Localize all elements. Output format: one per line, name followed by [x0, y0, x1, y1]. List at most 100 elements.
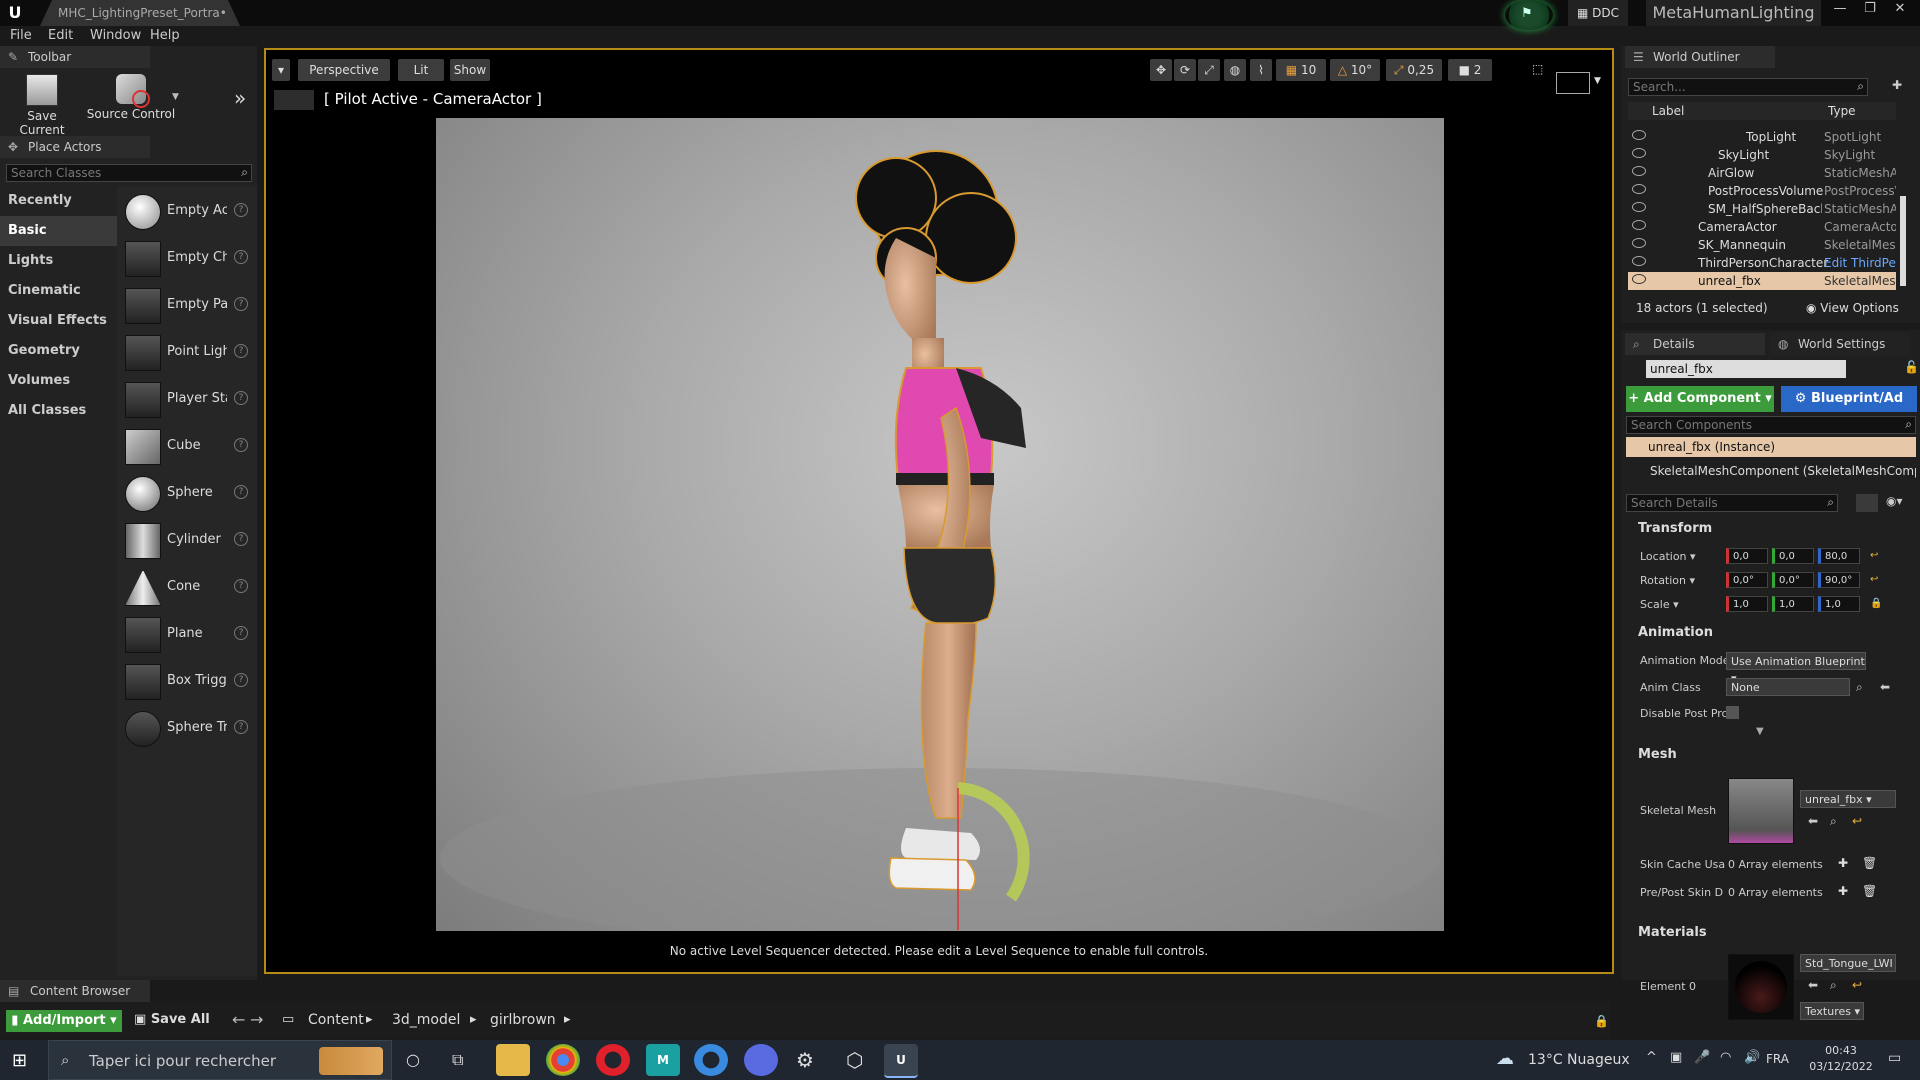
source-control-button[interactable]: Source Control: [86, 74, 176, 121]
visibility-eye-icon[interactable]: [1632, 274, 1646, 284]
outliner-row[interactable]: SM_HalfSphereBackgStaticMeshAc: [1628, 200, 1896, 218]
actor-item-empty-character[interactable]: Empty Cha?: [120, 235, 252, 282]
actor-item-cube[interactable]: Cube?: [120, 423, 252, 470]
help-icon[interactable]: ?: [234, 485, 248, 499]
tray-chevron-icon[interactable]: ^: [1646, 1050, 1657, 1065]
rotation-label[interactable]: Rotation ▾: [1640, 574, 1695, 587]
windows-start-icon[interactable]: ⊞: [12, 1050, 27, 1071]
perspective-button[interactable]: Perspective: [298, 59, 390, 81]
notification-indicator[interactable]: ⚑: [1505, 0, 1553, 30]
help-icon[interactable]: ?: [234, 532, 248, 546]
clock-time[interactable]: 00:43: [1806, 1044, 1876, 1057]
settings-gear-icon[interactable]: ⚙: [796, 1048, 814, 1072]
search-details-input[interactable]: Search Details ⌕: [1626, 494, 1838, 512]
use-selected-asset-icon[interactable]: ⬅: [1808, 814, 1818, 828]
actor-item-box-trigger[interactable]: Box Trigge?: [120, 658, 252, 705]
menu-help[interactable]: Help: [150, 28, 180, 43]
category-visual-effects[interactable]: Visual Effects: [0, 306, 117, 336]
component-instance-row[interactable]: unreal_fbx (Instance): [1626, 437, 1916, 457]
skeletal-mesh-thumbnail[interactable]: [1728, 778, 1794, 844]
forward-icon[interactable]: →: [250, 1010, 263, 1029]
menu-edit[interactable]: Edit: [48, 28, 73, 43]
discord-icon[interactable]: [744, 1044, 778, 1076]
edit-blueprint-link[interactable]: Edit ThirdPe: [1824, 256, 1896, 270]
help-icon[interactable]: ?: [234, 391, 248, 405]
volume-icon[interactable]: 🔊: [1744, 1050, 1760, 1065]
breadcrumb-separator-icon[interactable]: ▸: [564, 1012, 571, 1027]
rotate-icon[interactable]: ⟳: [1174, 59, 1196, 81]
opera-icon[interactable]: [596, 1044, 630, 1076]
category-geometry[interactable]: Geometry: [0, 336, 117, 366]
tab-toolbar[interactable]: ✎ Toolbar: [0, 46, 150, 68]
back-icon[interactable]: ←: [232, 1010, 245, 1029]
folder-icon[interactable]: ▭: [282, 1012, 294, 1027]
rotation-z-field[interactable]: 90,0°: [1818, 572, 1860, 588]
search-components-input[interactable]: Search Components ⌕: [1626, 416, 1916, 434]
help-icon[interactable]: ?: [234, 438, 248, 452]
notifications-icon[interactable]: ▭: [1888, 1050, 1901, 1066]
clock-date[interactable]: 03/12/2022: [1806, 1060, 1876, 1073]
location-z-field[interactable]: 80,0: [1818, 548, 1860, 564]
visibility-filter-icon[interactable]: ◉▾: [1886, 494, 1903, 508]
maximize-icon[interactable]: ❐: [1856, 0, 1884, 20]
ccleaner-icon[interactable]: [694, 1044, 728, 1076]
browse-asset-icon[interactable]: ⌕: [1830, 814, 1837, 829]
visibility-eye-icon[interactable]: [1632, 238, 1646, 248]
tab-details[interactable]: ⌕ Details: [1625, 333, 1765, 355]
material-thumbnail[interactable]: [1728, 954, 1794, 1020]
actor-item-player-start[interactable]: Player Sta?: [120, 376, 252, 423]
outliner-row[interactable]: SkyLight SkyLight: [1628, 146, 1896, 164]
lock-icon[interactable]: 🔒: [1594, 1014, 1609, 1028]
visibility-eye-icon[interactable]: [1632, 202, 1646, 212]
component-skeletal-mesh-row[interactable]: SkeletalMeshComponent (SkeletalMeshCompo: [1650, 464, 1916, 478]
location-x-field[interactable]: 0,0: [1726, 548, 1768, 564]
close-icon[interactable]: ✕: [1886, 0, 1914, 20]
column-type-header[interactable]: Type: [1828, 104, 1856, 118]
help-icon[interactable]: ?: [234, 250, 248, 264]
add-component-button[interactable]: + Add Component ▾: [1626, 386, 1774, 412]
view-options-button[interactable]: ◉ View Options: [1806, 301, 1899, 315]
minimize-icon[interactable]: —: [1826, 0, 1854, 20]
reset-location-icon[interactable]: ↩: [1870, 550, 1878, 561]
breadcrumb-content[interactable]: Content: [308, 1012, 364, 1028]
maya-icon[interactable]: M: [646, 1044, 680, 1076]
microphone-icon[interactable]: 🎤: [1694, 1050, 1710, 1065]
category-cinematic[interactable]: Cinematic: [0, 276, 117, 306]
visibility-eye-icon[interactable]: [1632, 166, 1646, 176]
mesh-section-header[interactable]: Mesh: [1624, 744, 1914, 766]
help-icon[interactable]: ?: [234, 297, 248, 311]
scale-snap-button[interactable]: ⤢ 0,25: [1386, 59, 1442, 81]
animation-mode-select[interactable]: Use Animation Blueprint ▾: [1726, 652, 1866, 685]
scale-y-field[interactable]: 1,0: [1772, 596, 1814, 612]
ddc-status[interactable]: ▦ DDC: [1568, 0, 1628, 26]
menu-file[interactable]: File: [10, 28, 32, 43]
maximize-viewport-icon[interactable]: ⬚: [1532, 62, 1543, 76]
materials-section-header[interactable]: Materials: [1624, 922, 1914, 944]
location-y-field[interactable]: 0,0: [1772, 548, 1814, 564]
reset-mesh-icon[interactable]: ↩: [1852, 814, 1862, 828]
translate-icon[interactable]: ✥: [1150, 59, 1172, 81]
add-element-icon[interactable]: ✚: [1838, 856, 1848, 870]
expand-advanced-icon[interactable]: ▼: [1756, 726, 1764, 737]
wifi-icon[interactable]: ◠: [1720, 1050, 1731, 1065]
category-all-classes[interactable]: All Classes: [0, 396, 117, 426]
actor-item-empty-actor[interactable]: Empty Act?: [120, 188, 252, 235]
help-icon[interactable]: ?: [234, 344, 248, 358]
lit-button[interactable]: Lit: [398, 59, 444, 81]
scene-render[interactable]: [436, 118, 1444, 931]
outliner-row[interactable]: AirGlow StaticMeshAc: [1628, 164, 1896, 182]
actor-item-empty-pawn[interactable]: Empty Pav?: [120, 282, 252, 329]
visibility-eye-icon[interactable]: [1632, 130, 1646, 140]
save-current-button[interactable]: Save Current: [6, 74, 78, 137]
disable-post-process-checkbox[interactable]: [1726, 706, 1739, 719]
use-selected-icon[interactable]: ⬅: [1880, 680, 1890, 694]
visibility-eye-icon[interactable]: [1632, 256, 1646, 266]
outliner-search-input[interactable]: Search... ⌕: [1628, 78, 1868, 96]
language-indicator[interactable]: FRA: [1766, 1052, 1789, 1066]
layout-icon[interactable]: [1556, 72, 1590, 94]
actor-item-sphere[interactable]: Sphere?: [120, 470, 252, 517]
3d-viewer-icon[interactable]: ⬡: [846, 1048, 863, 1072]
trash-icon[interactable]: 🗑: [1862, 884, 1877, 898]
scale-icon[interactable]: ⤢: [1198, 59, 1220, 81]
breadcrumb-separator-icon[interactable]: ▸: [470, 1012, 477, 1027]
